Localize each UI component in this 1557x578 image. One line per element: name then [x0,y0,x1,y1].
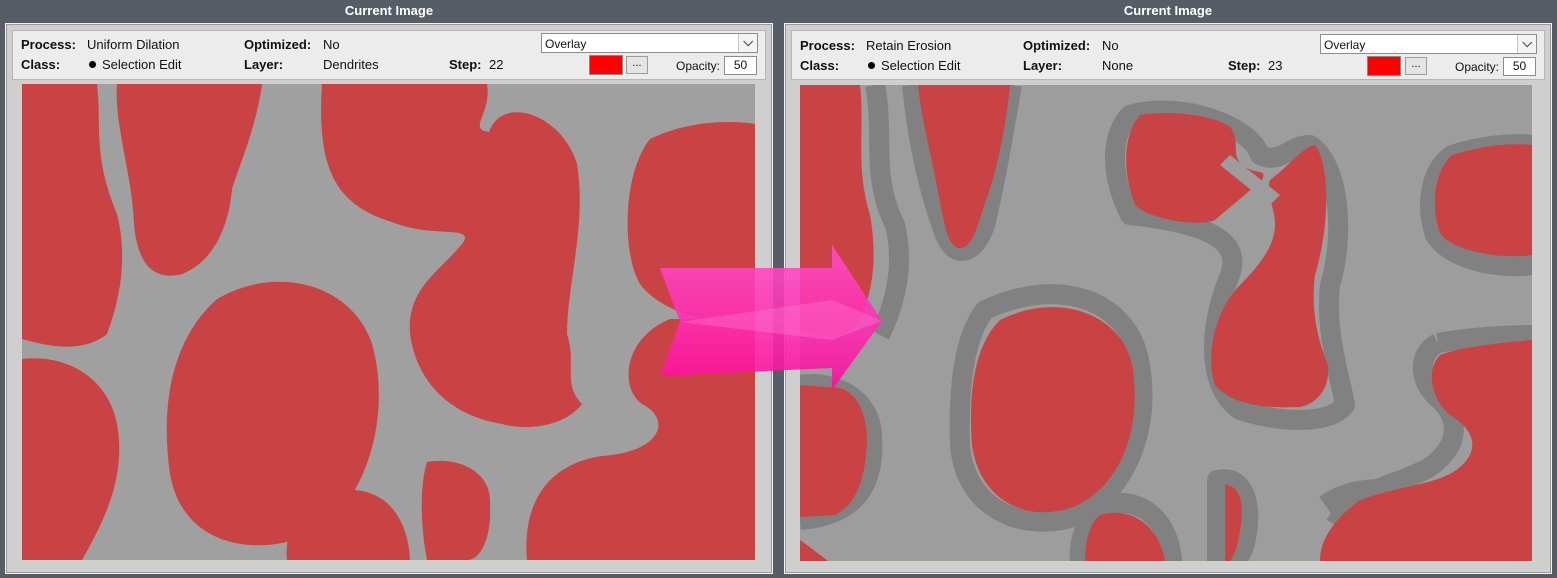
image-view [800,85,1532,561]
process-label: Process: [21,37,76,52]
layer-value: None [1102,58,1134,73]
class-label: Class: [800,58,840,73]
opacity-label: Opacity: [676,59,721,73]
process-label: Process: [800,38,855,53]
left-panel: Current Image Process: Uniform Dilation … [5,0,773,578]
overlay-color-swatch[interactable] [589,55,623,75]
optimized-value: No [1102,38,1119,53]
class-value: Selection Edit [881,58,961,73]
panel-title: Current Image [344,3,434,18]
mode-select[interactable]: Overlay [1320,34,1537,54]
process-value: Retain Erosion [866,38,952,53]
step-value: 23 [1268,58,1283,73]
panel-frame: Process: Retain Erosion Class: Selection… [784,23,1552,574]
mode-select-value: Overlay [1324,38,1366,52]
chevron-down-icon[interactable] [738,34,757,52]
layer-label: Layer: [1023,58,1063,73]
choose-color-button[interactable]: ... [1405,57,1427,75]
info-bar: Process: Uniform Dilation Class: Selecti… [12,30,766,80]
choose-color-button[interactable]: ... [626,56,648,74]
class-value-wrap: Selection Edit [868,58,961,74]
image-view [22,84,755,560]
step-label: Step: [1228,58,1261,73]
info-bar: Process: Retain Erosion Class: Selection… [791,30,1545,80]
mode-select-value: Overlay [545,37,587,51]
process-value: Uniform Dilation [87,37,180,52]
step-label: Step: [449,57,482,72]
optimized-label: Optimized: [1023,38,1091,53]
mode-select[interactable]: Overlay [541,33,758,53]
overlay-color-swatch[interactable] [1367,56,1401,76]
step-value: 22 [489,57,504,72]
class-label: Class: [21,57,61,72]
class-value: Selection Edit [102,57,182,72]
opacity-input[interactable]: 50 [724,56,757,75]
optimized-value: No [323,37,340,52]
right-panel: Current Image Process: Retain Erosion Cl… [784,0,1552,578]
opacity-input[interactable]: 50 [1503,57,1536,76]
bullet-icon [89,61,96,68]
panel-title: Current Image [1123,3,1213,18]
layer-label: Layer: [244,57,284,72]
dendrite-overlay-image [22,84,755,560]
panel-frame: Process: Uniform Dilation Class: Selecti… [5,23,773,574]
chevron-down-icon[interactable] [1517,35,1536,53]
eroded-overlay-image [800,85,1532,561]
layer-value: Dendrites [323,57,379,72]
class-value-wrap: Selection Edit [89,57,182,73]
optimized-label: Optimized: [244,37,312,52]
bullet-icon [868,62,875,69]
opacity-label: Opacity: [1455,60,1500,74]
